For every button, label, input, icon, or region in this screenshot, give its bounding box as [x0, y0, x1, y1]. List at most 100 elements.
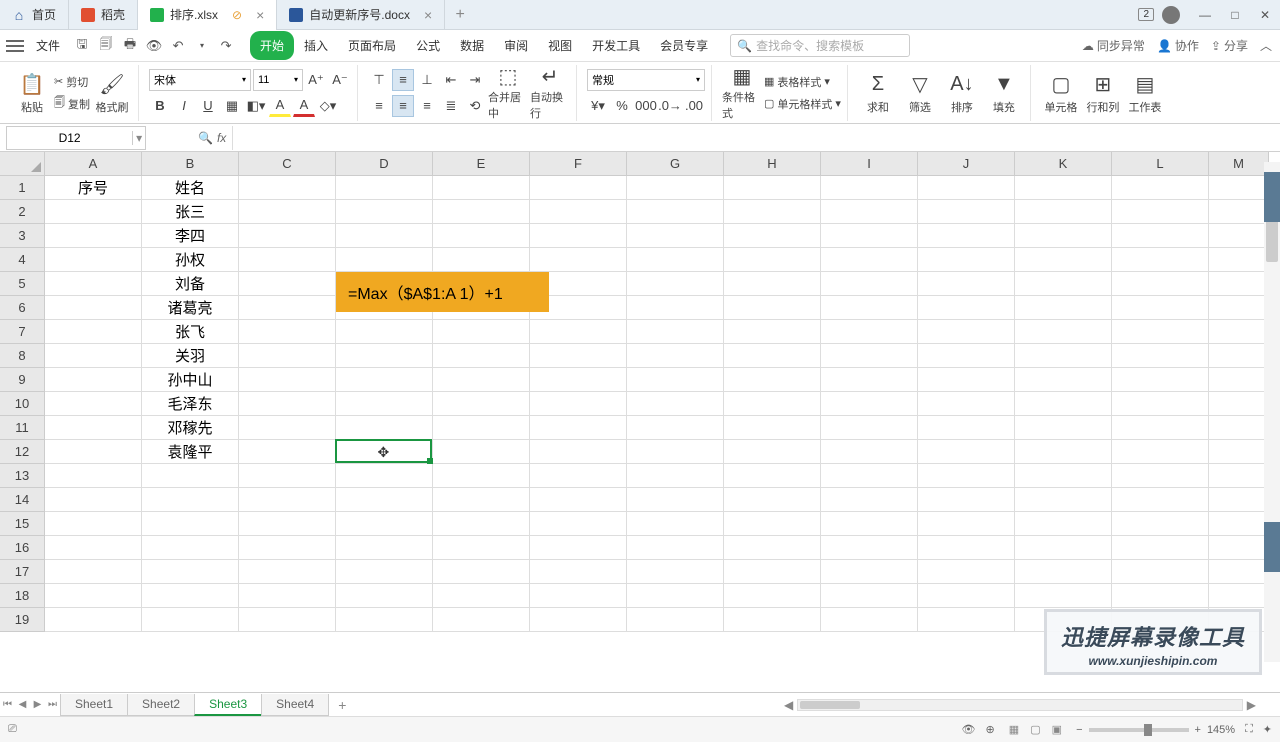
cell-F17[interactable]: [530, 560, 627, 584]
col-header-H[interactable]: H: [724, 152, 821, 176]
cell-M11[interactable]: [1209, 416, 1269, 440]
cell-L6[interactable]: [1112, 296, 1209, 320]
minimize-button[interactable]: —: [1190, 0, 1220, 30]
cell-L5[interactable]: [1112, 272, 1209, 296]
copy-button[interactable]: 🗐复制: [54, 94, 90, 114]
cell-L11[interactable]: [1112, 416, 1209, 440]
cell-B7[interactable]: 张飞: [142, 320, 239, 344]
cell-M8[interactable]: [1209, 344, 1269, 368]
cell-I8[interactable]: [821, 344, 918, 368]
cell-I18[interactable]: [821, 584, 918, 608]
cell-M12[interactable]: [1209, 440, 1269, 464]
cell-M7[interactable]: [1209, 320, 1269, 344]
side-panel-tab-1[interactable]: [1264, 172, 1280, 222]
shrink-font-icon[interactable]: A⁻: [329, 69, 351, 91]
print-icon[interactable]: 🖶: [120, 36, 140, 56]
row-header-1[interactable]: 1: [0, 176, 45, 200]
cell-M18[interactable]: [1209, 584, 1269, 608]
cell-A17[interactable]: [45, 560, 142, 584]
namebox-dropdown-icon[interactable]: ▾: [132, 131, 145, 145]
row-header-14[interactable]: 14: [0, 488, 45, 512]
col-header-J[interactable]: J: [918, 152, 1015, 176]
cell-D14[interactable]: [336, 488, 433, 512]
ribbon-tab-数据[interactable]: 数据: [450, 31, 494, 60]
sync-status[interactable]: ☁同步异常: [1082, 37, 1145, 54]
cell-J9[interactable]: [918, 368, 1015, 392]
page-view-icon[interactable]: ▢: [1026, 724, 1044, 736]
cells-area[interactable]: 序号姓名张三李四孙权刘备诸葛亮张飞关羽孙中山毛泽东邓稼先袁隆平✥=Max（$A$…: [45, 176, 1280, 692]
row-header-13[interactable]: 13: [0, 464, 45, 488]
align-bottom-icon[interactable]: ⊥: [416, 69, 438, 91]
cell-I9[interactable]: [821, 368, 918, 392]
cell-B13[interactable]: [142, 464, 239, 488]
cell-L3[interactable]: [1112, 224, 1209, 248]
currency-icon[interactable]: ¥▾: [587, 95, 609, 117]
cell-I10[interactable]: [821, 392, 918, 416]
cell-K13[interactable]: [1015, 464, 1112, 488]
cell-F3[interactable]: [530, 224, 627, 248]
doc-tab[interactable]: 排序.xlsx⊘×: [138, 0, 277, 30]
cell-D12[interactable]: [336, 440, 433, 464]
ribbon-tab-开始[interactable]: 开始: [250, 31, 294, 60]
cell-K7[interactable]: [1015, 320, 1112, 344]
col-header-B[interactable]: B: [142, 152, 239, 176]
cell-C6[interactable]: [239, 296, 336, 320]
cell-J18[interactable]: [918, 584, 1015, 608]
cell-L4[interactable]: [1112, 248, 1209, 272]
cell-L8[interactable]: [1112, 344, 1209, 368]
cell-I5[interactable]: [821, 272, 918, 296]
col-header-I[interactable]: I: [821, 152, 918, 176]
cell-D9[interactable]: [336, 368, 433, 392]
doc-tab[interactable]: 自动更新序号.docx×: [277, 0, 445, 30]
save-icon[interactable]: 🖫: [72, 36, 92, 56]
border-icon[interactable]: ▦: [221, 95, 243, 117]
cell-K16[interactable]: [1015, 536, 1112, 560]
row-header-17[interactable]: 17: [0, 560, 45, 584]
zoom-label[interactable]: 145%: [1207, 724, 1235, 736]
maximize-button[interactable]: □: [1220, 0, 1250, 30]
cell-A16[interactable]: [45, 536, 142, 560]
col-header-K[interactable]: K: [1015, 152, 1112, 176]
cell-G18[interactable]: [627, 584, 724, 608]
share-button[interactable]: ⇪分享: [1211, 37, 1248, 54]
cell-B11[interactable]: 邓稼先: [142, 416, 239, 440]
cell-I19[interactable]: [821, 608, 918, 632]
cell-F4[interactable]: [530, 248, 627, 272]
cell-B17[interactable]: [142, 560, 239, 584]
cell-J11[interactable]: [918, 416, 1015, 440]
cell-E18[interactable]: [433, 584, 530, 608]
inc-decimal-icon[interactable]: .0→: [659, 95, 681, 117]
cell-A12[interactable]: [45, 440, 142, 464]
side-panel-tab-2[interactable]: [1264, 522, 1280, 572]
cell-D17[interactable]: [336, 560, 433, 584]
cell-J7[interactable]: [918, 320, 1015, 344]
cell-B4[interactable]: 孙权: [142, 248, 239, 272]
cell-D7[interactable]: [336, 320, 433, 344]
cell-E8[interactable]: [433, 344, 530, 368]
cell-A13[interactable]: [45, 464, 142, 488]
cell-E11[interactable]: [433, 416, 530, 440]
cell-J13[interactable]: [918, 464, 1015, 488]
doc-tab[interactable]: 稻壳: [69, 0, 138, 30]
cell-C15[interactable]: [239, 512, 336, 536]
cell-G11[interactable]: [627, 416, 724, 440]
cell-G15[interactable]: [627, 512, 724, 536]
cell-B5[interactable]: 刘备: [142, 272, 239, 296]
cell-K14[interactable]: [1015, 488, 1112, 512]
cell-A9[interactable]: [45, 368, 142, 392]
cell-F19[interactable]: [530, 608, 627, 632]
cell-I2[interactable]: [821, 200, 918, 224]
cell-I6[interactable]: [821, 296, 918, 320]
sheet-next-icon[interactable]: ▶: [30, 699, 45, 710]
cell-K11[interactable]: [1015, 416, 1112, 440]
cell-K3[interactable]: [1015, 224, 1112, 248]
cell-F13[interactable]: [530, 464, 627, 488]
cell-B8[interactable]: 关羽: [142, 344, 239, 368]
redo-icon[interactable]: ↷: [216, 36, 236, 56]
cell-A19[interactable]: [45, 608, 142, 632]
cell-J8[interactable]: [918, 344, 1015, 368]
cell-A14[interactable]: [45, 488, 142, 512]
new-tab-button[interactable]: +: [445, 6, 475, 24]
cell-K6[interactable]: [1015, 296, 1112, 320]
hscroll-right-icon[interactable]: ▶: [1243, 698, 1260, 712]
